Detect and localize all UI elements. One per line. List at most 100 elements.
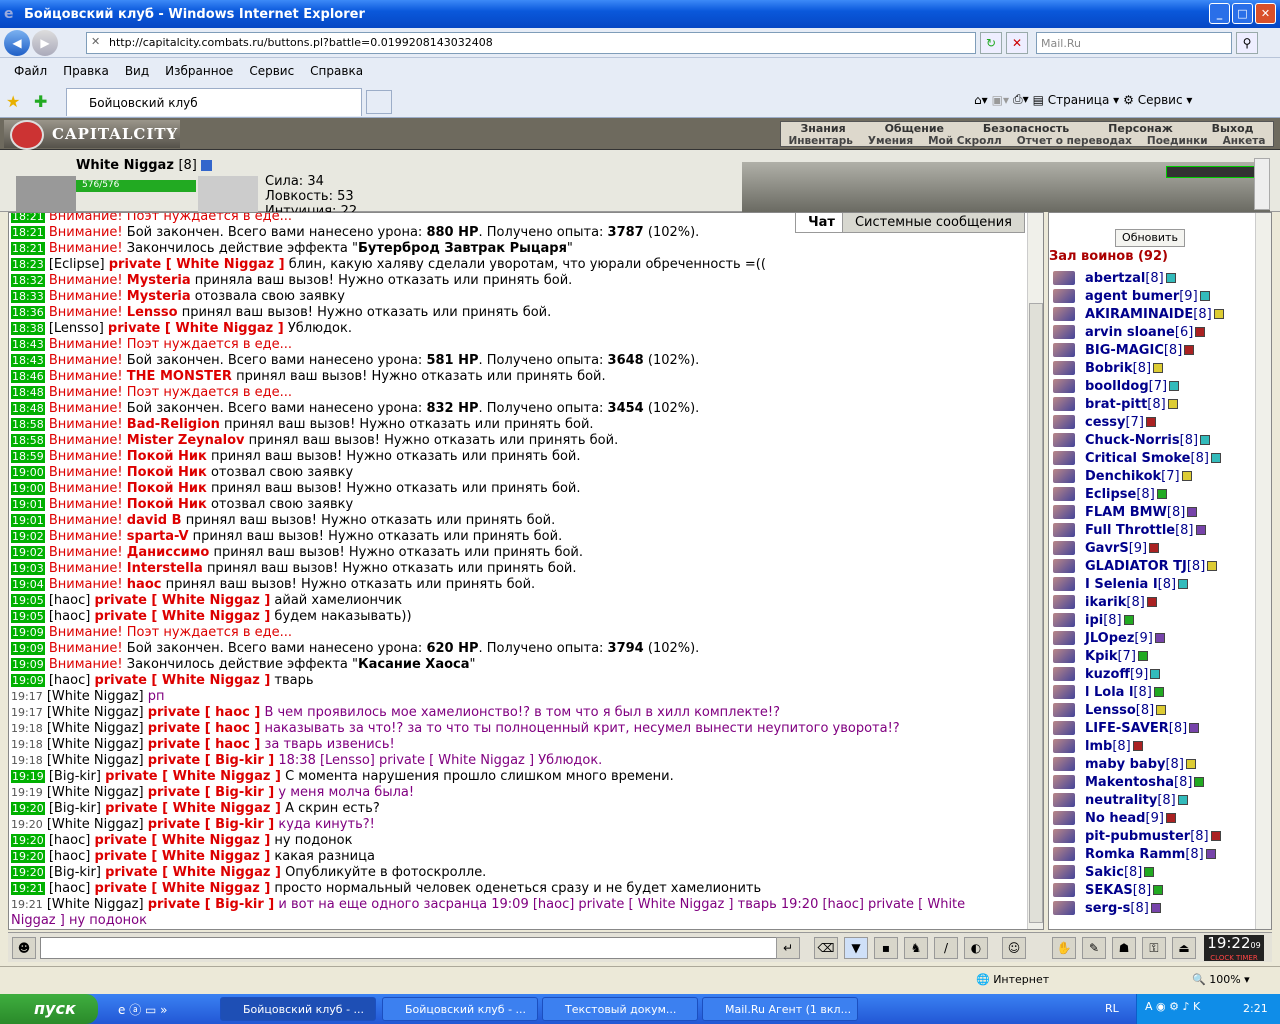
- challenger-name[interactable]: Mister Zeynalov: [127, 433, 245, 448]
- user-item[interactable]: Denchikok [7]: [1053, 467, 1253, 485]
- timestamp[interactable]: 19:02: [11, 546, 45, 559]
- timestamp[interactable]: 19:17: [11, 706, 43, 719]
- url-input[interactable]: ✕ http://capitalcity.combats.ru/buttons.p…: [86, 32, 976, 54]
- challenger-name[interactable]: Bad-Religion: [127, 417, 220, 432]
- chat-input[interactable]: [40, 937, 778, 959]
- user-item[interactable]: ipi [8]: [1053, 611, 1253, 629]
- user-info-icon[interactable]: [1195, 327, 1206, 337]
- sender-name[interactable]: White Niggaz: [52, 897, 139, 912]
- timestamp[interactable]: 18:32: [11, 274, 45, 287]
- user-item[interactable]: lmb [8]: [1053, 737, 1253, 755]
- user-name[interactable]: boolldog: [1085, 379, 1149, 394]
- user-name[interactable]: Denchikok: [1085, 469, 1161, 484]
- refresh-button[interactable]: Обновить: [1115, 229, 1185, 247]
- timestamp[interactable]: 18:38: [11, 322, 45, 335]
- timestamp[interactable]: 19:18: [11, 738, 43, 751]
- private-tag[interactable]: private [ White Niggaz ]: [105, 865, 281, 880]
- timestamp[interactable]: 19:21: [11, 898, 43, 911]
- tab-chat[interactable]: Чат: [795, 213, 848, 233]
- taskbar-item[interactable]: Бойцовский клуб - ...: [382, 997, 538, 1021]
- nav-link[interactable]: Безопасность: [983, 122, 1069, 135]
- timestamp[interactable]: 18:43: [11, 354, 45, 367]
- recipient-name[interactable]: Big-kir: [215, 785, 264, 800]
- user-item[interactable]: BIG-MAGIC [8]: [1053, 341, 1253, 359]
- private-tag[interactable]: private [ White Niggaz ]: [94, 833, 270, 848]
- recipient-name[interactable]: Big-kir: [215, 753, 264, 768]
- chat-scroll-thumb[interactable]: [1029, 303, 1043, 923]
- hand-icon[interactable]: ✋: [1052, 937, 1076, 959]
- user-name[interactable]: arvin sloane: [1085, 325, 1175, 340]
- sender-name[interactable]: White Niggaz: [52, 817, 139, 832]
- private-tag[interactable]: private [ White Niggaz ]: [94, 673, 270, 688]
- timestamp[interactable]: 19:00: [11, 482, 45, 495]
- user-name[interactable]: Sakic: [1085, 865, 1124, 880]
- user-info-icon[interactable]: [1132, 741, 1143, 751]
- user-item[interactable]: LIFE-SAVER [8]: [1053, 719, 1253, 737]
- users-scrollbar[interactable]: [1255, 213, 1271, 929]
- challenger-name[interactable]: Mysteria: [127, 289, 191, 304]
- user-name[interactable]: lmb: [1085, 739, 1112, 754]
- recipient-name[interactable]: White Niggaz: [176, 257, 274, 272]
- user-item[interactable]: Eclipse [8]: [1053, 485, 1253, 503]
- start-button[interactable]: пуск: [0, 994, 98, 1024]
- user-info-icon[interactable]: [1167, 399, 1178, 409]
- user-item[interactable]: abertzal [8]: [1053, 269, 1253, 287]
- challenger-name[interactable]: Даниссимо: [127, 545, 210, 560]
- timestamp[interactable]: 18:58: [11, 434, 45, 447]
- header-scrollbar[interactable]: [1254, 158, 1270, 210]
- user-item[interactable]: Romka Ramm [8]: [1053, 845, 1253, 863]
- user-item[interactable]: Kpik [7]: [1053, 647, 1253, 665]
- taskbar-item[interactable]: Текстовый докум...: [542, 997, 698, 1021]
- private-tag[interactable]: private [ White Niggaz ]: [109, 257, 285, 272]
- zoom-control[interactable]: 🔍 100% ▾: [1192, 973, 1250, 986]
- user-info-icon[interactable]: [1156, 705, 1167, 715]
- user-name[interactable]: ipi: [1085, 613, 1103, 628]
- challenger-name[interactable]: sparta-V: [127, 529, 189, 544]
- user-info-icon[interactable]: [1153, 687, 1164, 697]
- user-name[interactable]: No head: [1085, 811, 1146, 826]
- timestamp[interactable]: 19:20: [11, 850, 45, 863]
- user-info-icon[interactable]: [1153, 885, 1164, 895]
- recipient-name[interactable]: White Niggaz: [173, 865, 271, 880]
- user-info-icon[interactable]: [1154, 633, 1165, 643]
- user-item[interactable]: maby baby [8]: [1053, 755, 1253, 773]
- user-name[interactable]: Chuck-Norris: [1085, 433, 1180, 448]
- nav-link[interactable]: Поединки: [1147, 135, 1208, 148]
- nav-link[interactable]: Анкета: [1223, 135, 1266, 148]
- user-name[interactable]: neutrality: [1085, 793, 1157, 808]
- timestamp[interactable]: 19:05: [11, 610, 45, 623]
- timestamp[interactable]: 18:48: [11, 402, 45, 415]
- private-tag[interactable]: private [ White Niggaz ]: [94, 881, 270, 896]
- timestamp[interactable]: 18:21: [11, 242, 45, 255]
- favorites-star-icon[interactable]: ★: [6, 92, 20, 111]
- filter-icon[interactable]: ▼: [844, 937, 868, 959]
- forward-button[interactable]: ▶: [32, 30, 58, 56]
- smiley-menu-icon[interactable]: ☻: [12, 937, 36, 959]
- user-item[interactable]: Sakic [8]: [1053, 863, 1253, 881]
- menu-item[interactable]: Вид: [117, 64, 157, 78]
- user-info-icon[interactable]: [1137, 651, 1148, 661]
- recipient-name[interactable]: White Niggaz: [173, 801, 271, 816]
- user-info-icon[interactable]: [1169, 381, 1180, 391]
- private-tag[interactable]: private [ haoc ]: [148, 705, 261, 720]
- challenger-name[interactable]: Interstella: [127, 561, 203, 576]
- back-button[interactable]: ◀: [4, 30, 30, 56]
- user-info-icon[interactable]: [1177, 795, 1188, 805]
- timestamp[interactable]: 19:03: [11, 562, 45, 575]
- challenger-name[interactable]: Mysteria: [127, 273, 191, 288]
- recipient-name[interactable]: Big-kir: [215, 817, 264, 832]
- nav-link[interactable]: Умения: [868, 135, 913, 148]
- user-info-icon[interactable]: [1184, 345, 1195, 355]
- sender-name[interactable]: Big-kir: [54, 865, 96, 880]
- recipient-name[interactable]: White Niggaz: [162, 673, 260, 688]
- chat-scrollbar[interactable]: [1027, 213, 1043, 929]
- user-item[interactable]: I Selenia I [8]: [1053, 575, 1253, 593]
- timestamp[interactable]: 19:00: [11, 466, 45, 479]
- nav-link[interactable]: Персонаж: [1108, 122, 1173, 135]
- private-tag[interactable]: private [ haoc ]: [148, 721, 261, 736]
- timestamp[interactable]: 19:19: [11, 786, 43, 799]
- user-info-icon[interactable]: [1150, 903, 1161, 913]
- timestamp[interactable]: 19:01: [11, 514, 45, 527]
- timestamp[interactable]: 18:58: [11, 418, 45, 431]
- user-item[interactable]: GLADIATOR TJ [8]: [1053, 557, 1253, 575]
